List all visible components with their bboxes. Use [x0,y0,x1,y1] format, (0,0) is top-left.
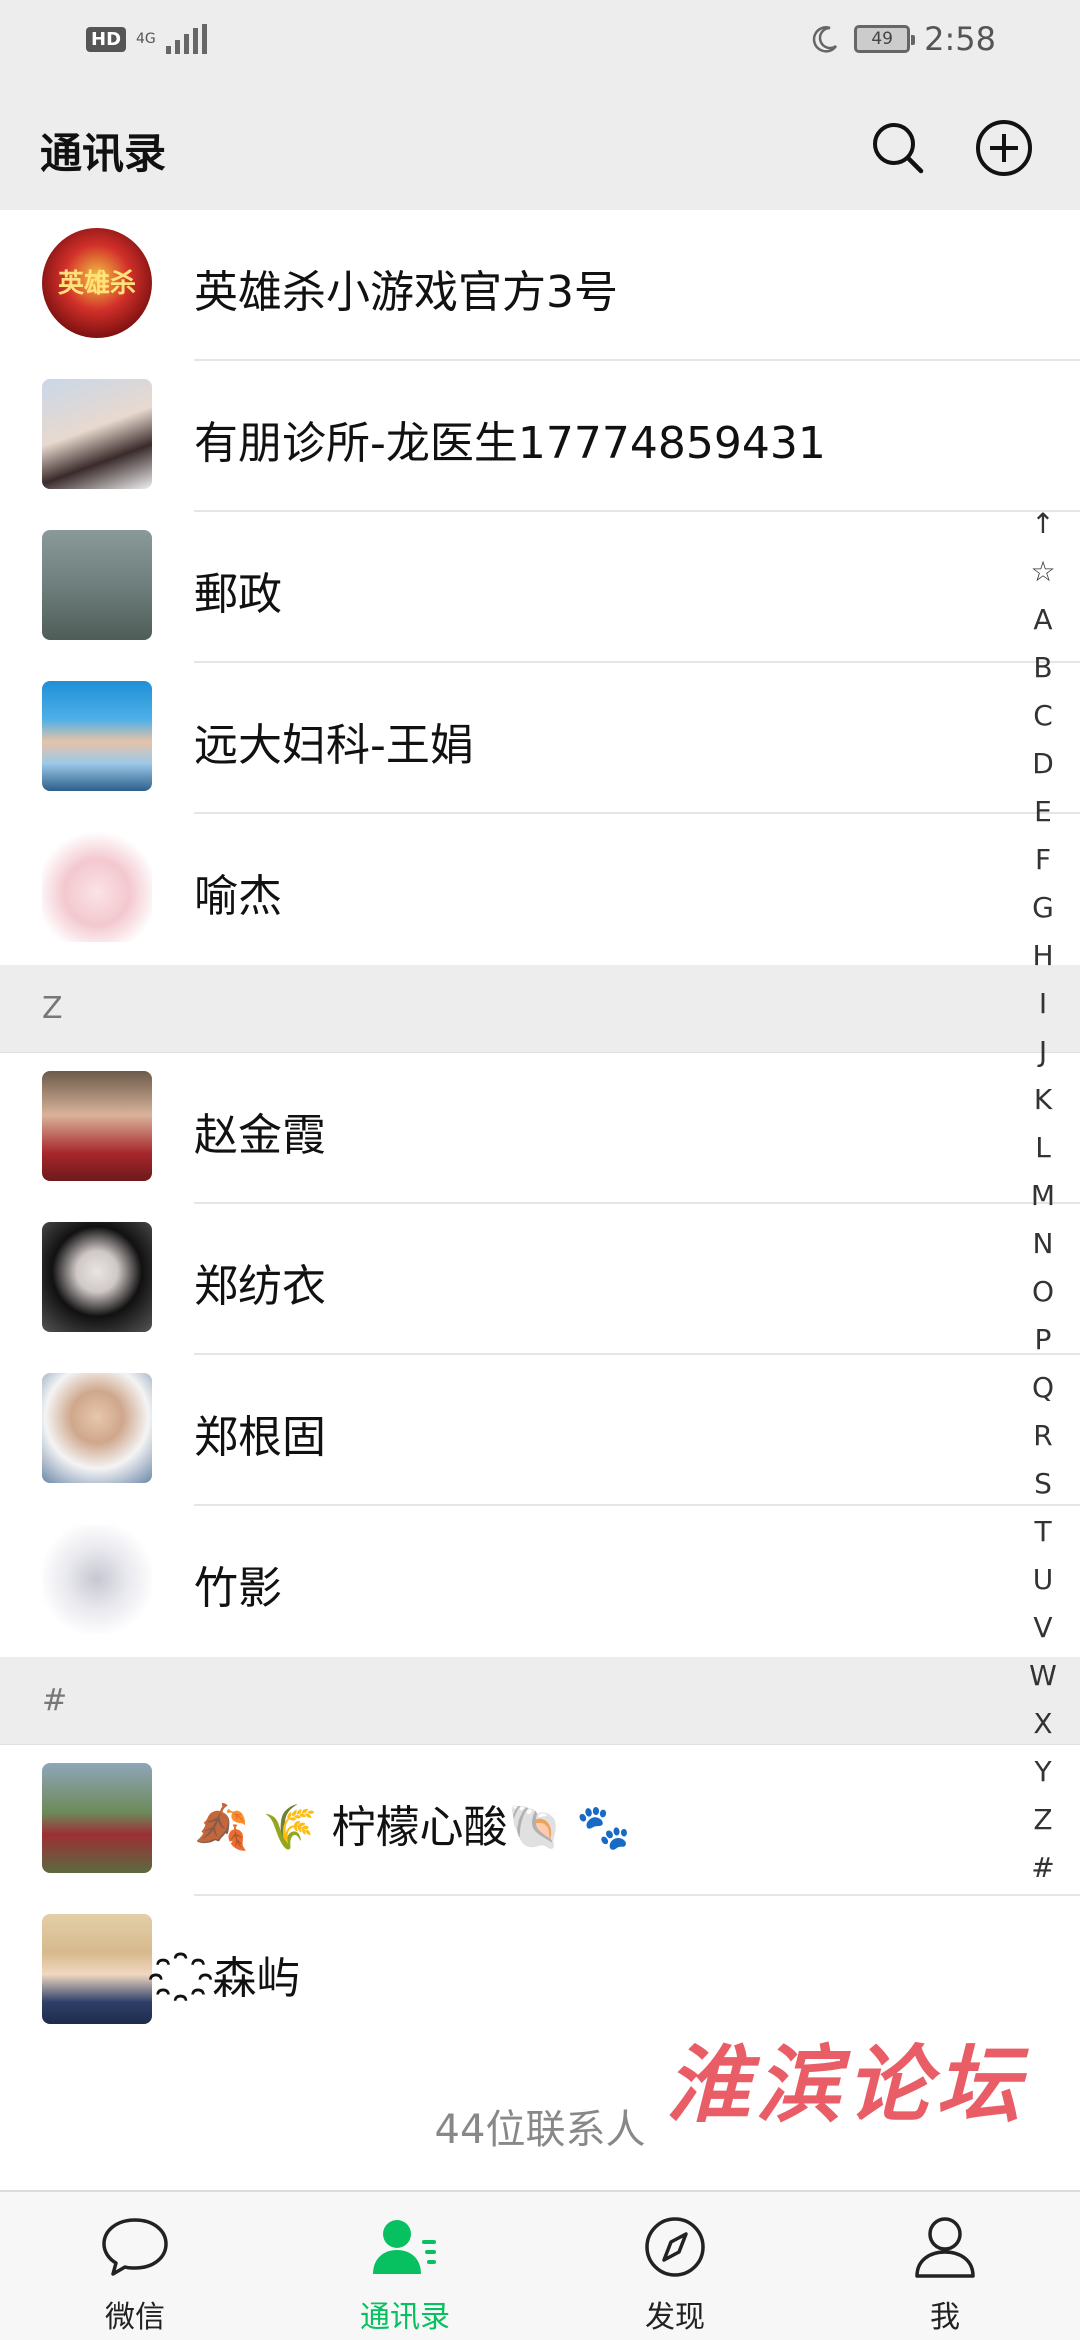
index-letter[interactable]: ☆ [1018,548,1068,596]
avatar [42,1071,152,1181]
contact-row[interactable]: 郑根固 [0,1355,1080,1506]
index-letter[interactable]: A [1018,596,1068,644]
index-letter[interactable]: X [1018,1700,1068,1748]
signal-icon [165,24,207,54]
status-left: HD 4G [86,24,207,54]
index-letter[interactable]: T [1018,1508,1068,1556]
section-letter: Z [42,991,63,1026]
moon-icon [812,26,838,53]
contact-name: 郵政 [194,569,282,620]
contact-row[interactable]: 有朋诊所-龙医生17774859431 [0,361,1080,512]
tab-label: 发现 [645,2300,705,2335]
alphabet-index[interactable]: ↑ ☆ A B C D E F G H I J K L M N O P Q R S T U V W X Y Z # [1018,500,1068,1892]
index-letter[interactable]: G [1018,884,1068,932]
contact-row[interactable]: 竹影 [0,1506,1080,1657]
contact-name: 郑根固 [194,1412,326,1463]
contact-row[interactable]: 英雄杀 英雄杀小游戏官方3号 [0,210,1080,361]
avatar [42,1373,152,1483]
contact-row[interactable]: 郑纺衣 [0,1204,1080,1355]
section-header-hash: # [0,1657,1080,1745]
index-letter[interactable]: U [1018,1556,1068,1604]
contact-row[interactable]: 郵政 [0,512,1080,663]
add-circle-icon[interactable] [974,118,1034,178]
svg-text:英雄杀: 英雄杀 [58,268,136,299]
contact-name: 喻杰 [194,871,282,922]
chat-bubble-icon [102,2218,168,2276]
index-letter[interactable]: ↑ [1018,500,1068,548]
index-letter[interactable]: O [1018,1268,1068,1316]
tab-label: 通讯录 [360,2300,450,2335]
contact-row[interactable]: 🍂 🌾 柠檬心酸🐚 🐾 [0,1745,1080,1896]
tab-me[interactable]: 我 [810,2192,1080,2340]
tab-discover[interactable]: 发现 [540,2192,810,2340]
search-icon[interactable] [868,118,928,178]
tab-contacts[interactable]: 通讯录 [270,2192,540,2340]
index-letter[interactable]: N [1018,1220,1068,1268]
contact-name: 🍂 🌾 柠檬心酸🐚 🐾 [194,1802,632,1853]
avatar [42,379,152,489]
contact-list: 英雄杀 英雄杀小游戏官方3号 有朋诊所-龙医生17774859431 郵政 远大… [0,210,1080,2201]
contact-name: 英雄杀小游戏官方3号 [194,267,618,318]
tab-chats[interactable]: 微信 [0,2192,270,2340]
battery-level: 49 [871,29,893,49]
header: 通讯录 [0,80,1080,210]
contact-name: 有朋诊所-龙医生17774859431 [194,418,826,469]
battery-icon: 49 [854,25,916,53]
clock: 2:58 [924,20,996,58]
index-letter[interactable]: E [1018,788,1068,836]
index-letter[interactable]: K [1018,1076,1068,1124]
tab-bar: 微信 通讯录 发现 我 [0,2190,1080,2340]
index-letter[interactable]: W [1018,1652,1068,1700]
page-title: 通讯录 [40,129,167,178]
index-letter[interactable]: I [1018,980,1068,1028]
status-right: 49 2:58 [810,20,996,58]
tab-label: 微信 [105,2300,165,2335]
status-bar: HD 4G 49 2:58 [0,0,1080,80]
index-letter[interactable]: Y [1018,1748,1068,1796]
avatar [42,1914,152,2024]
watermark: 淮滨论坛 [666,2035,1027,2134]
section-letter: # [42,1683,68,1718]
index-letter[interactable]: R [1018,1412,1068,1460]
index-letter[interactable]: J [1018,1028,1068,1076]
avatar [42,1763,152,1873]
avatar [42,530,152,640]
contacts-icon [373,2220,436,2274]
contact-row[interactable]: 赵金霞 [0,1053,1080,1204]
compass-icon [645,2217,705,2277]
contact-name: 竹影 [194,1563,282,1614]
index-letter[interactable]: Z [1018,1796,1068,1844]
person-icon [915,2217,975,2278]
index-letter[interactable]: Q [1018,1364,1068,1412]
tab-label: 我 [930,2300,960,2335]
index-letter[interactable]: C [1018,692,1068,740]
index-letter[interactable]: D [1018,740,1068,788]
index-letter[interactable]: M [1018,1172,1068,1220]
contact-name: 赵金霞 [194,1110,326,1161]
avatar [42,1222,152,1332]
index-letter[interactable]: S [1018,1460,1068,1508]
avatar [42,832,152,942]
avatar [42,681,152,791]
index-letter[interactable]: V [1018,1604,1068,1652]
contact-row[interactable]: 远大妇科-王娟 [0,663,1080,814]
index-letter[interactable]: B [1018,644,1068,692]
section-header-z: Z [0,965,1080,1053]
contact-name: 远大妇科-王娟 [194,720,474,771]
avatar: 英雄杀 [42,228,152,338]
index-letter[interactable]: P [1018,1316,1068,1364]
index-letter[interactable]: H [1018,932,1068,980]
contact-row[interactable]: 喻杰 [0,814,1080,965]
hd-badge: HD [86,26,127,52]
contact-name: 郑纺衣 [194,1261,326,1312]
avatar [42,1524,152,1634]
index-letter[interactable]: # [1018,1844,1068,1892]
contact-name: ҈森屿 [194,1953,301,2004]
index-letter[interactable]: F [1018,836,1068,884]
index-letter[interactable]: L [1018,1124,1068,1172]
network-type: 4G [136,31,156,47]
